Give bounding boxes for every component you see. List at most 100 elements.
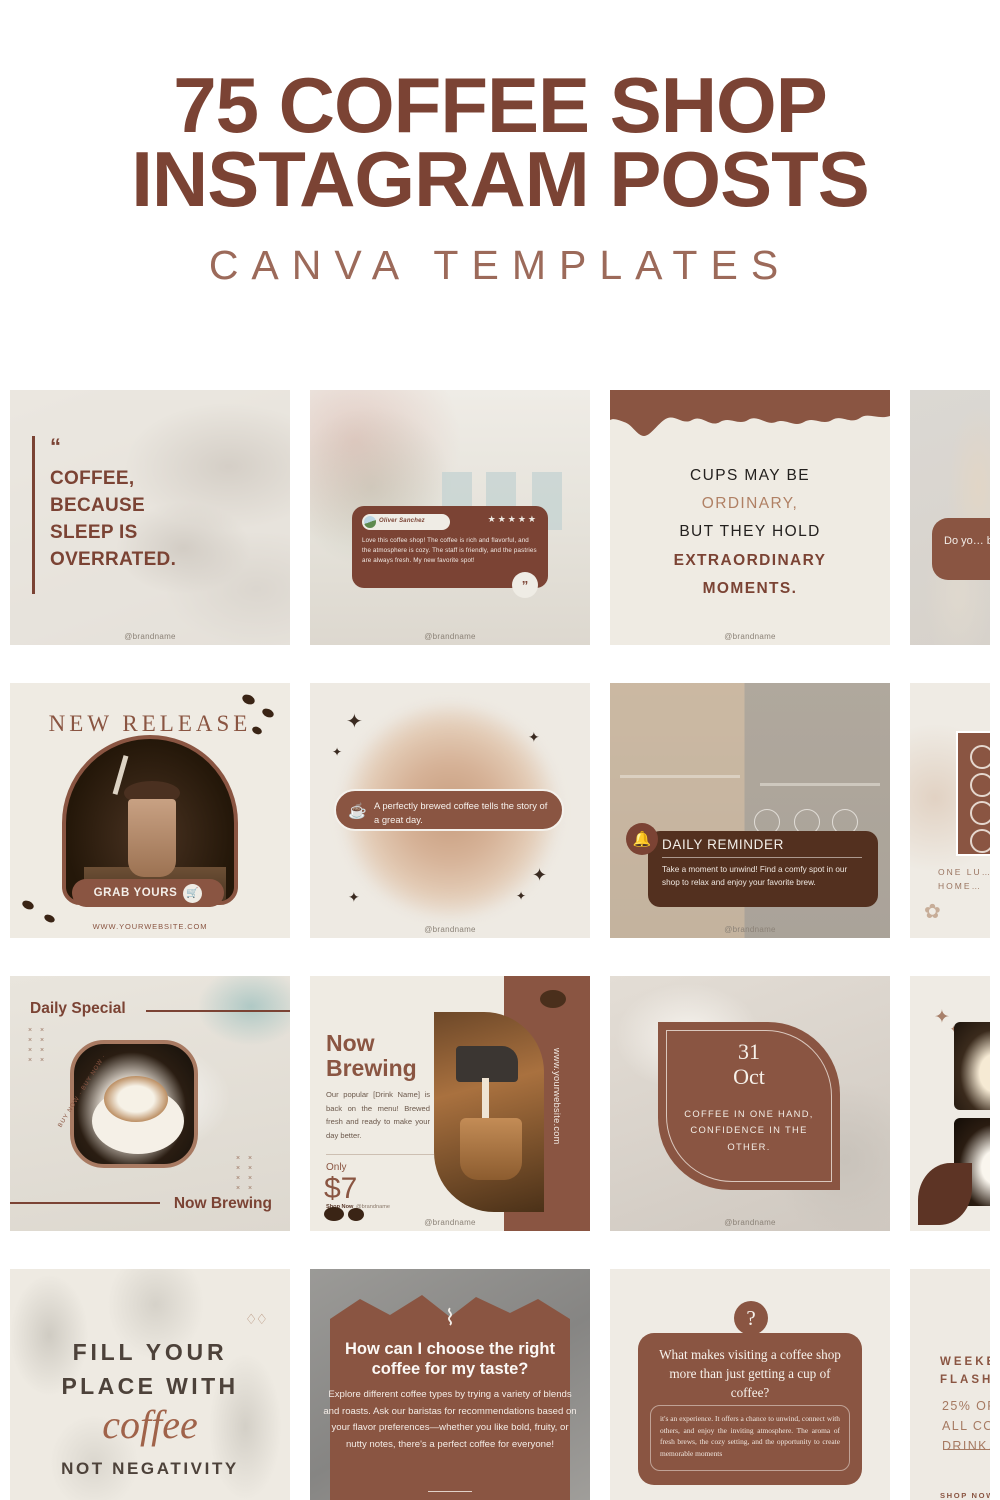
quote-line-bold: MOMENTS. [702, 579, 798, 597]
cart-icon: 🛒 [183, 883, 203, 903]
brand-handle: @brandname [424, 925, 476, 934]
headline-line-4: NOT NEGATIVITY [61, 1459, 239, 1478]
sale-offer: 25% OF… ALL COF… DRINK… [942, 1397, 990, 1456]
poster-header: 75 COFFEE SHOP INSTAGRAM POSTS CANVA TEM… [0, 0, 1000, 289]
template-card-daily-reminder[interactable]: DAILY REMINDER Take a moment to unwind! … [610, 683, 890, 938]
cross-deco: × × × × × × × × [28, 1027, 48, 1065]
quote-text: COFFEE IN ONE HAND, CONFIDENCE IN THE OT… [684, 1108, 814, 1152]
grab-yours-button[interactable]: GRAB YOURS 🛒 [72, 879, 224, 907]
quote-line: BECAUSE [50, 494, 146, 516]
template-card-perfect-brew[interactable]: ✦ ✦ ✦ ✦ ✦ ✦ ☕ A perfectly brewed coffee … [310, 683, 590, 938]
faq-answer: it's an experience. It offers a chance t… [650, 1405, 850, 1471]
reminder-title: DAILY REMINDER [662, 837, 784, 852]
date-month: Oct [733, 1063, 765, 1089]
website-url: WWW.YOURWEBSITE.COM [92, 922, 208, 931]
brand-handle: @brandname [724, 925, 776, 934]
quote-line: COFFEE, [50, 468, 135, 489]
page-subtitle: CANVA TEMPLATES [208, 242, 792, 289]
coffee-bean-icon [20, 898, 36, 912]
title-line-2: INSTAGRAM POSTS [131, 135, 870, 224]
ring-shape [970, 829, 990, 853]
label-top: Daily Special [30, 1000, 126, 1017]
ring-shape [970, 773, 990, 797]
divider [326, 1154, 434, 1155]
template-card-faq-choose-coffee[interactable]: ⌇ How can I choose the right coffee for … [310, 1269, 590, 1500]
bean-pair-icon: ♢♢ [244, 1311, 268, 1327]
drip-shape-icon [610, 390, 890, 436]
template-card-new-release[interactable]: NEW RELEASE GRAB YOURS 🛒 WWW.YOURWEBSITE… [10, 683, 290, 938]
offer-line: 25% OF… [942, 1399, 990, 1413]
template-card-one-luxury[interactable]: ONE LU… HOME… ✿ [910, 683, 990, 938]
barista-photo [434, 1012, 544, 1212]
template-card-faq-visiting[interactable]: ? What makes visiting a coffee shop more… [610, 1269, 890, 1500]
website-url-vertical: www.yourwebsite.com [552, 1048, 562, 1145]
template-card-weekend-flash-sale[interactable]: WEEKE… FLASH S… 25% OF… ALL COF… DRINK… … [910, 1269, 990, 1500]
divider [428, 1491, 472, 1492]
sale-title: WEEKE… FLASH S… [940, 1353, 990, 1390]
quote-line: CUPS MAY BE [690, 467, 810, 484]
faq-answer: Explore different coffee types by trying… [323, 1389, 577, 1450]
sparkle-icon: ✦ [934, 1007, 950, 1028]
quote-mark-icon: “ [50, 434, 61, 459]
bubble-text: A perfectly brewed coffee tells the stor… [374, 800, 548, 826]
template-card-black-coffee[interactable]: Do yo… blac… [910, 390, 990, 645]
template-card-fill-your-place[interactable]: ♢♢ FILL YOUR PLACE WITH coffee NOT NEGAT… [10, 1269, 290, 1500]
template-card-date-quote[interactable]: 31 Oct COFFEE IN ONE HAND, CONFIDENCE IN… [610, 976, 890, 1231]
product-photo-square [70, 1040, 198, 1168]
headline-line-2: PLACE WITH [61, 1373, 239, 1399]
caption: ONE LU… HOME… [938, 865, 990, 894]
reviewer-name: Oliver Sanchez [379, 517, 425, 524]
promo-title: Now Brewing [326, 1031, 417, 1081]
steam-icon: ⌇ [444, 1305, 456, 1330]
template-card-photo-collage[interactable]: ✦ ✦ [910, 976, 990, 1231]
quote-bubble: ☕ A perfectly brewed coffee tells the st… [334, 789, 564, 831]
template-card-daily-special[interactable]: Daily Special × × × × × × × × × × × × × × × × … [10, 976, 290, 1231]
sale-title-line: WEEKE… [940, 1356, 990, 1368]
faq-question: What makes visiting a coffee shop more t… [659, 1347, 841, 1401]
caption-line: HOME… [938, 881, 982, 892]
sale-title-line: FLASH S… [940, 1374, 990, 1387]
template-card-cups-quote[interactable]: CUPS MAY BE ORDINARY, BUT THEY HOLD EXTR… [610, 390, 890, 645]
review-text: Love this coffee shop! The coffee is ric… [362, 537, 537, 565]
reviewer-pill: Oliver Sanchez [362, 514, 450, 530]
price-value: $7 [324, 1172, 358, 1205]
sparkle-icon: ✦ [528, 729, 540, 745]
quote-text: CUPS MAY BE ORDINARY, BUT THEY HOLD EXTR… [610, 462, 890, 603]
date-day: 31 [738, 1039, 760, 1064]
cross-deco: × × × × × × × × [236, 1155, 256, 1193]
sparkle-icon: ✦ [532, 865, 548, 885]
template-card-now-brewing[interactable]: Now Brewing Our popular [Drink Name] is … [310, 976, 590, 1231]
brand-handle: @brandname [724, 1218, 776, 1227]
headline: NEW RELEASE [48, 711, 252, 736]
sparkle-icon: ✦ [516, 889, 527, 903]
quote-text: COFFEE, BECAUSE SLEEP IS OVERRATED. [50, 466, 265, 574]
divider-bottom [10, 1202, 160, 1204]
quote-line-accent: ORDINARY, [701, 495, 799, 513]
milk-jug-shape [456, 1046, 518, 1082]
title-line: Brewing [326, 1054, 417, 1081]
iced-coffee-cup [128, 799, 176, 877]
bubble-text: Do yo… blac… [944, 535, 990, 547]
ring-shape [970, 801, 990, 825]
star-rating-icon: ★★★★★ [487, 514, 538, 524]
coffee-bean-icon [240, 692, 257, 707]
template-card-customer-review[interactable]: Oliver Sanchez ★★★★★ Love this coffee sh… [310, 390, 590, 645]
date-shape: 31 Oct COFFEE IN ONE HAND, CONFIDENCE IN… [658, 1022, 840, 1190]
template-card-coffee-quote[interactable]: “ COFFEE, BECAUSE SLEEP IS OVERRATED. @b… [10, 390, 290, 645]
brand-handle: @brandname [124, 632, 176, 641]
speech-bubble: Do yo… blac… [932, 518, 990, 580]
reminder-text: Take a moment to unwind! Find a comfy sp… [662, 865, 848, 888]
coffee-cup-icon: ☕ [348, 803, 367, 820]
avatar [364, 516, 376, 528]
cta-label: GRAB YOURS [93, 887, 178, 899]
faq-question: How can I choose the right coffee for my… [345, 1340, 555, 1379]
coffee-bean-icon [540, 990, 566, 1008]
sparkle-icon: ✦ [332, 745, 343, 759]
quote-badge-icon: ” [512, 572, 538, 598]
template-grid: “ COFFEE, BECAUSE SLEEP IS OVERRATED. @b… [10, 390, 1000, 1500]
shop-now-cta[interactable]: SHOP NOW… [940, 1491, 990, 1500]
sparkle-icon: ✦ [348, 889, 360, 905]
brand-handle: @brandname [424, 632, 476, 641]
offer-line: ALL COF… [942, 1418, 990, 1433]
brown-panel [956, 731, 990, 856]
